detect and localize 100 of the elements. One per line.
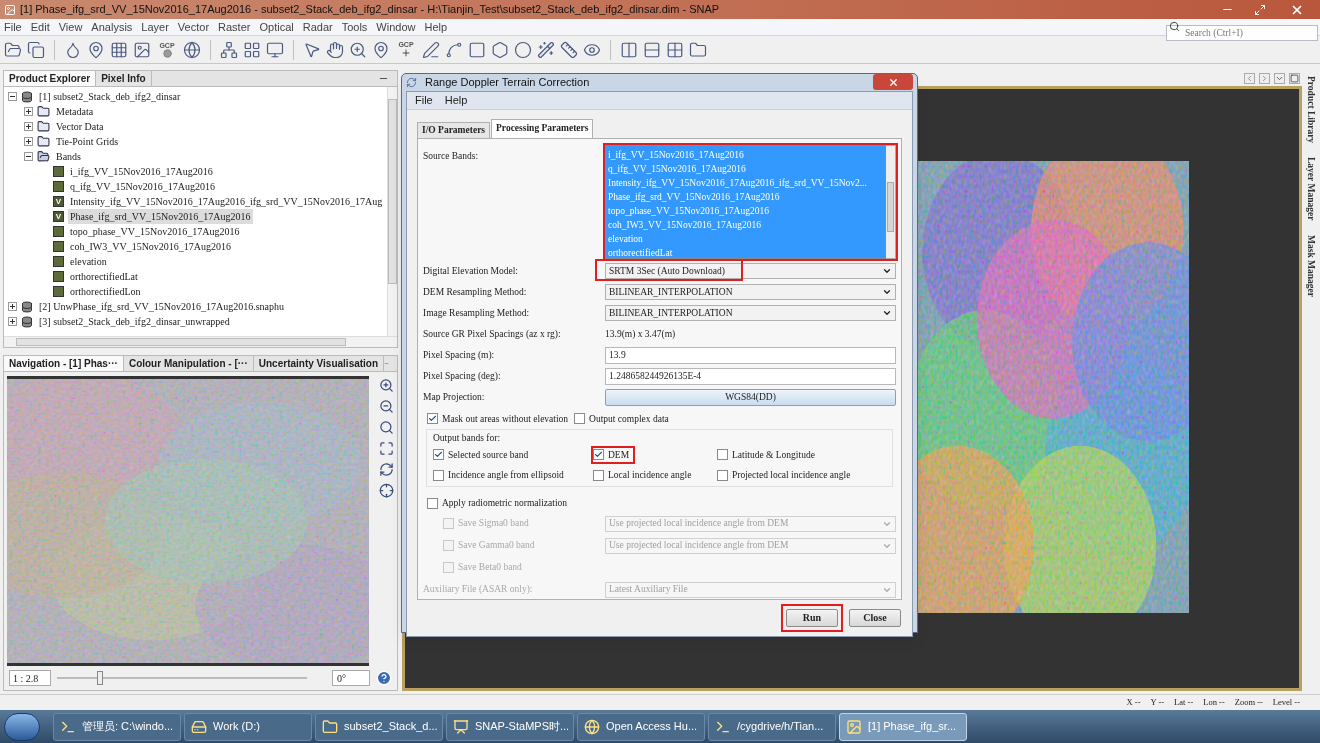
panel-tab[interactable]: Product Explorer — [4, 71, 97, 86]
zoom-icon[interactable] — [349, 40, 367, 59]
checkbox[interactable] — [717, 469, 728, 481]
menu-item[interactable]: File — [4, 18, 22, 36]
tree-item[interactable]: [3] subset2_Stack_deb_ifg2_dinsar_unwrapped — [37, 314, 232, 329]
tree-item[interactable]: Intensity_ifg_VV_15Nov2016_17Aug2016_ifg_srd_VV_15Nov2016_17Aug — [68, 194, 385, 209]
folder-icon[interactable] — [4, 40, 22, 59]
menu-item[interactable]: Vector — [177, 18, 210, 36]
rectangle-icon[interactable] — [468, 40, 486, 59]
maximize-icon[interactable] — [1289, 72, 1300, 84]
dropdown[interactable]: SRTM 3Sec (Auto Download) — [605, 263, 896, 279]
zoom-in-icon[interactable] — [378, 378, 394, 393]
dialog-button[interactable]: Run — [786, 608, 838, 627]
tree-item[interactable]: [2] UnwPhase_ifg_srd_VV_15Nov2016_17Aug2016.snaphu — [37, 299, 286, 314]
dialog-tab[interactable]: I/O Parameters — [417, 121, 491, 138]
dialog-tab[interactable]: Processing Parameters — [491, 118, 594, 138]
tree-item[interactable]: elevation — [68, 254, 109, 269]
polygon-icon[interactable] — [491, 40, 509, 59]
menu-item[interactable]: Edit — [30, 18, 50, 36]
checkbox[interactable] — [717, 449, 728, 461]
tree-item[interactable]: orthorectifiedLon — [68, 284, 143, 299]
expand-icon[interactable] — [8, 317, 17, 326]
menu-item[interactable]: Analysis — [91, 18, 133, 36]
line-icon[interactable] — [422, 40, 440, 59]
grid-icon[interactable] — [243, 40, 261, 59]
menu-item[interactable]: Radar — [302, 18, 333, 36]
tree-item[interactable]: Vector Data — [54, 119, 106, 134]
tree-item[interactable]: i_ifg_VV_15Nov2016_17Aug2016 — [68, 164, 215, 179]
pin-icon[interactable] — [87, 40, 105, 59]
checkbox[interactable] — [593, 469, 604, 481]
slider-thumb[interactable] — [96, 671, 103, 685]
menu-item[interactable]: Window — [376, 18, 416, 36]
tree-item[interactable]: Phase_ifg_srd_VV_15Nov2016_17Aug2016 — [68, 209, 253, 224]
rotation-field[interactable]: 0° — [332, 670, 370, 686]
menu-item[interactable]: Layer — [141, 18, 169, 36]
tree-item[interactable]: Bands — [54, 149, 83, 164]
rows-icon[interactable] — [643, 40, 661, 59]
collapse-icon[interactable] — [24, 152, 33, 161]
dialog-button[interactable]: Close — [849, 608, 901, 627]
scrollbar[interactable] — [886, 144, 896, 259]
side-tab[interactable]: Layer Manager — [1303, 157, 1319, 221]
menu-item[interactable]: Help — [444, 91, 468, 109]
checkbox[interactable] — [593, 449, 604, 461]
tree-item[interactable]: orthorectifiedLat — [68, 269, 140, 284]
folder-icon[interactable] — [689, 40, 707, 59]
expand-icon[interactable] — [24, 107, 33, 116]
wand-icon[interactable] — [537, 40, 555, 59]
menu-item[interactable]: Tools — [341, 18, 368, 36]
menu-item[interactable]: Raster — [218, 18, 251, 36]
pointer-icon[interactable] — [303, 40, 321, 59]
ellipse-icon[interactable] — [514, 40, 532, 59]
collapse-icon[interactable] — [8, 92, 17, 101]
expand-icon[interactable] — [24, 137, 33, 146]
restore-icon[interactable] — [1254, 3, 1266, 16]
grid-icon[interactable] — [666, 40, 684, 59]
dropdown-icon[interactable] — [1274, 72, 1285, 84]
zoom-slider[interactable] — [57, 671, 307, 685]
checkbox[interactable] — [574, 413, 586, 425]
polyline-icon[interactable] — [445, 40, 463, 59]
menu-item[interactable]: View — [58, 18, 83, 36]
dropdown[interactable]: BILINEAR_INTERPOLATION — [605, 284, 896, 300]
cursor-sync-icon[interactable] — [378, 483, 394, 498]
globe-icon[interactable] — [183, 40, 201, 59]
expand-icon[interactable] — [24, 122, 33, 131]
input-field[interactable]: 1.248658244926135E-4 — [605, 367, 896, 385]
checkbox[interactable] — [427, 497, 438, 509]
dropdown[interactable]: BILINEAR_INTERPOLATION — [605, 305, 896, 321]
tree-item[interactable]: Tie-Point Grids — [54, 134, 121, 149]
ruler-icon[interactable] — [560, 40, 578, 59]
tree-item[interactable]: topo_phase_VV_15Nov2016_17Aug2016 — [68, 224, 242, 239]
hand-icon[interactable] — [326, 40, 344, 59]
columns-icon[interactable] — [620, 40, 638, 59]
taskbar-item[interactable]: SNAP-StaMPS时... — [446, 712, 574, 741]
input-field[interactable]: 13.9 — [605, 346, 896, 364]
zoom-fit-icon[interactable] — [378, 420, 394, 435]
tree-item[interactable]: coh_IW3_VV_15Nov2016_17Aug2016 — [68, 239, 234, 254]
taskbar-item[interactable]: /cygdrive/h/Tian... — [708, 712, 836, 741]
pin-icon[interactable] — [372, 40, 390, 59]
sync-icon[interactable] — [378, 462, 394, 477]
taskbar-item[interactable]: 管理员: C:\windo... — [53, 712, 181, 741]
close-button[interactable] — [873, 74, 913, 91]
scale-field[interactable]: 1 : 2.8 — [9, 670, 51, 686]
tree-item[interactable]: q_ifg_VV_15Nov2016_17Aug2016 — [68, 179, 217, 194]
grid-icon[interactable] — [110, 40, 128, 59]
monitor-icon[interactable] — [266, 40, 284, 59]
help-icon[interactable] — [376, 670, 392, 686]
side-tab[interactable]: Mask Manager — [1303, 234, 1319, 297]
panel-tab[interactable]: Navigation - [1] Phas··· — [4, 356, 124, 371]
start-button[interactable] — [4, 712, 40, 741]
tree-item[interactable]: Metadata — [54, 104, 96, 119]
search-field[interactable]: Search (Ctrl+I) — [1166, 25, 1318, 41]
zoom-all-icon[interactable] — [378, 441, 394, 456]
menu-item[interactable]: Optical — [259, 18, 294, 36]
taskbar-item[interactable]: Work (D:) — [184, 712, 312, 741]
zoom-out-icon[interactable] — [378, 399, 394, 414]
drop-icon[interactable] — [64, 40, 82, 59]
menu-item[interactable]: File — [415, 91, 433, 109]
graph-icon[interactable] — [220, 40, 238, 59]
image-icon[interactable] — [133, 40, 151, 59]
taskbar-item[interactable]: Open Access Hu... — [577, 712, 705, 741]
